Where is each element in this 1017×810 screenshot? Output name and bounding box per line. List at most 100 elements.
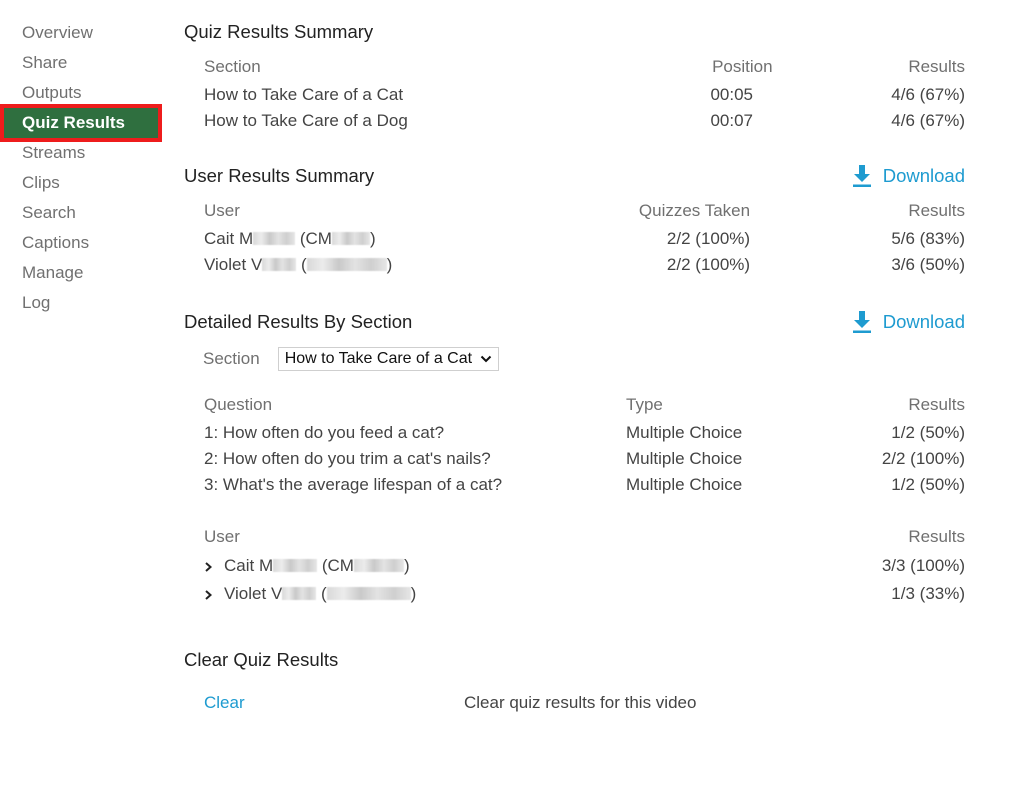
- table-row: Violet V () 1/3 (33%): [204, 580, 965, 608]
- table-row: Cait M (CM) 2/2 (100%) 5/6 (83%): [204, 226, 965, 252]
- section-select-label: Section: [203, 349, 260, 368]
- redacted-text: [282, 587, 317, 600]
- column-header-results: Results: [908, 527, 965, 546]
- expand-row-toggle[interactable]: [204, 552, 224, 580]
- table-row: 1: How often do you feed a cat? Multiple…: [204, 420, 965, 446]
- download-user-results-button[interactable]: Download: [852, 162, 965, 190]
- table-row: Violet V () 2/2 (100%) 3/6 (50%): [204, 252, 965, 278]
- column-header-user: User: [204, 527, 240, 546]
- user-id-close: ): [410, 584, 417, 603]
- user-summary-table: User Quizzes Taken Results Cait M (CM) 2…: [184, 196, 965, 278]
- download-icon: [852, 311, 871, 333]
- user-name-visible: Cait M: [204, 229, 254, 248]
- detailed-results-by-section: Detailed Results By Section Download Sec…: [184, 308, 965, 608]
- column-header-user: User: [204, 201, 240, 220]
- user-id-open: (CM: [317, 556, 354, 575]
- download-label: Download: [882, 311, 965, 332]
- column-header-position: Position: [712, 57, 773, 76]
- main-content: Quiz Results Summary Section Position Re…: [184, 18, 965, 718]
- redacted-text: [306, 258, 387, 271]
- redacted-text: [262, 258, 297, 271]
- sidebar-item-manage[interactable]: Manage: [0, 258, 165, 288]
- expand-row-toggle[interactable]: [204, 580, 224, 608]
- question-results: 2/2 (100%): [881, 449, 965, 468]
- table-row: 3: What's the average lifespan of a cat?…: [204, 472, 965, 498]
- clear-description: Clear quiz results for this video: [464, 693, 697, 712]
- question-results-table: Question Type Results 1: How often do yo…: [184, 390, 965, 498]
- user-id-close: ): [386, 255, 393, 274]
- table-header: Question Type Results: [204, 390, 965, 420]
- user-name-visible: Cait M: [224, 556, 274, 575]
- table-header: Section Position Results: [204, 52, 965, 82]
- sidebar-item-search[interactable]: Search: [0, 198, 165, 228]
- column-header-quizzes-taken: Quizzes Taken: [638, 201, 751, 220]
- redacted-text: [326, 587, 411, 600]
- redacted-text: [253, 232, 296, 245]
- sidebar-item-captions[interactable]: Captions: [0, 228, 165, 258]
- sidebar-item-quiz-results[interactable]: Quiz Results: [0, 104, 162, 142]
- redacted-text: [331, 232, 370, 245]
- user-name: Cait M (CM): [204, 552, 692, 580]
- column-header-results: Results: [908, 201, 966, 220]
- chevron-down-icon: [480, 355, 492, 363]
- sidebar-item-clips[interactable]: Clips: [0, 168, 165, 198]
- column-header-question: Question: [204, 395, 273, 414]
- user-id-open: (: [296, 255, 307, 274]
- user-section-results: 1/3 (33%): [891, 584, 965, 603]
- download-label: Download: [882, 165, 965, 186]
- table-header: User Results: [204, 522, 965, 552]
- table-row: Cait M (CM) 3/3 (100%): [204, 552, 965, 580]
- question-text: 2: How often do you trim a cat's nails?: [204, 449, 491, 468]
- quizzes-taken: 2/2 (100%): [666, 255, 751, 274]
- table-row: How to Take Care of a Cat 00:05 4/6 (67%…: [204, 82, 965, 108]
- quizzes-taken: 2/2 (100%): [666, 229, 751, 248]
- sidebar-item-streams[interactable]: Streams: [0, 138, 165, 168]
- section-name: How to Take Care of a Cat: [204, 85, 404, 104]
- sidebar-item-share[interactable]: Share: [0, 48, 165, 78]
- redacted-text: [353, 559, 404, 572]
- user-results-summary: User Results Summary Download User Quizz…: [184, 162, 965, 278]
- question-type: Multiple Choice: [626, 423, 743, 442]
- section-position: 00:07: [710, 111, 754, 130]
- section-select[interactable]: How to Take Care of a Cat: [277, 347, 500, 371]
- user-section-results-table: User Results Cait M (CM) 3/3 (100%) Viol…: [184, 522, 965, 608]
- user-name: Violet V (): [204, 580, 692, 608]
- sidebar-item-log[interactable]: Log: [0, 288, 165, 318]
- user-id-close: ): [369, 229, 376, 248]
- redacted-text: [273, 559, 318, 572]
- user-results: 3/6 (50%): [891, 255, 966, 274]
- user-results: 5/6 (83%): [891, 229, 966, 248]
- download-detailed-results-button[interactable]: Download: [852, 308, 965, 336]
- chevron-right-icon: [205, 562, 213, 572]
- sidebar-nav: Overview Share Outputs Quiz Results Stre…: [0, 18, 165, 318]
- user-name-visible: Violet V: [204, 255, 263, 274]
- quiz-results-summary: Quiz Results Summary Section Position Re…: [184, 18, 965, 134]
- table-header: User Quizzes Taken Results: [204, 196, 965, 226]
- column-header-section: Section: [204, 57, 261, 76]
- question-text: 1: How often do you feed a cat?: [204, 423, 445, 442]
- user-id-open: (CM: [295, 229, 332, 248]
- clear-row: Clear Clear quiz results for this video: [184, 688, 965, 718]
- column-header-results: Results: [908, 57, 965, 76]
- user-section-results: 3/3 (100%): [881, 556, 965, 575]
- download-icon: [852, 165, 871, 187]
- table-row: 2: How often do you trim a cat's nails? …: [204, 446, 965, 472]
- user-name: Cait M (CM): [204, 226, 565, 252]
- table-row: How to Take Care of a Dog 00:07 4/6 (67%…: [204, 108, 965, 134]
- clear-quiz-results: Clear Quiz Results Clear Clear quiz resu…: [184, 646, 965, 718]
- section-header: User Results Summary Download: [184, 162, 965, 190]
- sidebar-item-overview[interactable]: Overview: [0, 18, 165, 48]
- chevron-right-icon: [205, 590, 213, 600]
- section-title: Quiz Results Summary: [184, 21, 374, 42]
- clear-button[interactable]: Clear: [204, 688, 464, 718]
- section-results: 4/6 (67%): [891, 85, 965, 104]
- user-name-visible: Violet V: [224, 584, 283, 603]
- user-id-open: (: [316, 584, 327, 603]
- column-header-results: Results: [908, 395, 965, 414]
- question-type: Multiple Choice: [626, 475, 743, 494]
- quiz-summary-table: Section Position Results How to Take Car…: [184, 52, 965, 134]
- section-title: Detailed Results By Section: [184, 311, 413, 332]
- section-position: 00:05: [710, 85, 754, 104]
- user-id-close: ): [403, 556, 410, 575]
- user-name: Violet V (): [204, 252, 565, 278]
